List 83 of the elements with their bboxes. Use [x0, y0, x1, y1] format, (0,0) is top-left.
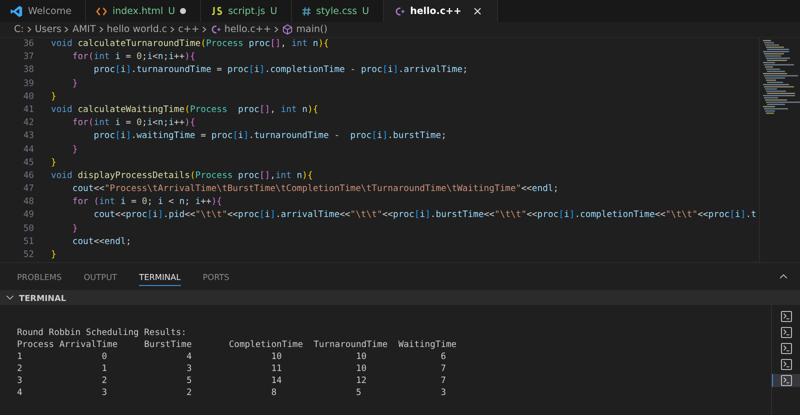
line-number: 42 — [22, 117, 34, 130]
chevron-right-icon — [170, 26, 176, 33]
code-line: void calculateWaitingTime(Process proc[], int n){ — [51, 104, 318, 117]
terminal-output-line: 3 2 5 14 12 7 — [17, 375, 447, 387]
status-label: U — [362, 6, 370, 16]
code-line: void calculateTurnaroundTime(Process proc[], int n){ — [51, 38, 329, 51]
status-label: U — [168, 6, 176, 16]
line-number: 38 — [22, 64, 34, 78]
terminal-output-line: 1 0 4 10 10 6 — [17, 351, 447, 363]
code-line: cout<<"Process\tArrivalTime\tBurstTime\tCompletionTime\tTurnaroundTime\tWaitingTime"<<endl; — [71, 183, 559, 196]
breadcrumb-item[interactable]: C: — [14, 24, 24, 35]
terminal-icon — [781, 327, 792, 338]
chevron-right-icon — [202, 26, 208, 33]
breadcrumb-item[interactable]: main() — [296, 24, 328, 35]
panel-tab[interactable]: TERMINAL — [139, 268, 181, 286]
breadcrumb-item[interactable]: hello.c++ — [224, 24, 272, 35]
section-title: TERMINAL — [19, 292, 66, 302]
terminal-output-line: 4 3 2 8 5 3 — [17, 387, 447, 399]
panel-tab[interactable]: OUTPUT — [84, 268, 118, 286]
code-line: } — [51, 90, 56, 104]
panel-tab[interactable]: PORTS — [202, 268, 230, 286]
line-number: 46 — [22, 170, 34, 183]
c-file-icon — [394, 6, 406, 16]
tab-label: index.html — [112, 6, 164, 16]
code-line: cout<<proc[i].pid<<"\t\t"<<proc[i].arrivalTime<<"\t\t"<<proc[i].burstTime<<"\t\t"<<proc[i].completionTime<<"\t\t"<<proc[i].t — [92, 209, 756, 222]
code-line: } — [51, 156, 56, 170]
line-number: 43 — [22, 130, 34, 144]
terminal-instance[interactable] — [772, 374, 800, 387]
code-line: } — [71, 78, 78, 91]
caret-up-icon[interactable] — [779, 274, 788, 279]
chevron-right-icon — [64, 26, 70, 33]
tab-label: hello.c++ — [410, 6, 462, 16]
breadcrumb-item[interactable]: AMIT — [72, 24, 96, 35]
breadcrumb-item[interactable]: Users — [34, 24, 62, 35]
terminal-output-line: 2 1 3 11 10 7 — [17, 363, 447, 375]
editor-logo-icon — [10, 4, 23, 18]
tab-label: Welcome — [28, 6, 72, 16]
code-line: } — [71, 144, 78, 156]
terminal-icon — [781, 375, 792, 386]
code-line: proc[i].turnaroundTime = proc[i].completionTime - proc[i].arrivalTime; — [92, 64, 468, 78]
line-number: 48 — [22, 196, 34, 210]
code-line: } — [51, 249, 56, 262]
chevron-right-icon — [274, 26, 280, 33]
line-number: 39 — [22, 78, 34, 91]
line-number: 36 — [22, 38, 34, 51]
code-line: cout<<endl; — [71, 236, 132, 249]
chevron-down-icon[interactable] — [6, 295, 14, 300]
code-line: for(int i = 0;i<n;i++){ — [71, 117, 196, 130]
chevron-right-icon — [26, 26, 32, 33]
line-number: 49 — [22, 209, 34, 222]
breadcrumb-item[interactable]: c++ — [178, 24, 200, 35]
line-number: 37 — [22, 51, 34, 64]
code-line: for(int i = 0;i<n;i++){ — [71, 51, 196, 64]
panel-tab[interactable]: PROBLEMS — [17, 268, 62, 286]
close-button[interactable]: × — [472, 4, 483, 18]
terminal-output-line: Round Robbin Scheduling Results: — [17, 327, 188, 339]
chevron-right-icon — [98, 26, 104, 33]
cube-icon — [282, 24, 294, 35]
code-line: } — [71, 222, 78, 236]
code-brackets-icon — [96, 6, 108, 16]
editor-tab[interactable]: hello.c++ × — [384, 0, 498, 22]
line-number: 41 — [22, 104, 34, 117]
code-line: for (int i = 0; i < n; i++){ — [71, 196, 222, 210]
c-file-icon — [210, 25, 222, 34]
line-number: 44 — [22, 144, 34, 156]
js-file-icon — [211, 7, 224, 15]
line-number: 52 — [22, 249, 34, 262]
terminal-icon — [781, 343, 792, 354]
tab-label: style.css — [316, 6, 358, 16]
terminal-output-line: Process ArrivalTime BurstTime CompletionTime TurnaroundTime WaitingTime — [17, 339, 458, 351]
tab-label: script.js — [228, 6, 266, 16]
breadcrumb-item[interactable]: hello world.c — [106, 24, 168, 35]
code-line: void displayProcessDetails(Process proc[],int n){ — [51, 170, 313, 183]
terminal-icon — [781, 311, 792, 322]
line-number: 50 — [22, 222, 34, 236]
line-number: 40 — [22, 90, 34, 104]
hash-icon — [302, 6, 312, 16]
line-number: 51 — [22, 236, 34, 249]
line-number: 45 — [22, 156, 34, 170]
terminal-icon — [781, 359, 792, 370]
code-line: proc[i].waitingTime = proc[i].turnaroundTime - proc[i].burstTime; — [92, 130, 446, 144]
status-label: U — [270, 6, 278, 16]
line-number: 47 — [22, 183, 34, 196]
